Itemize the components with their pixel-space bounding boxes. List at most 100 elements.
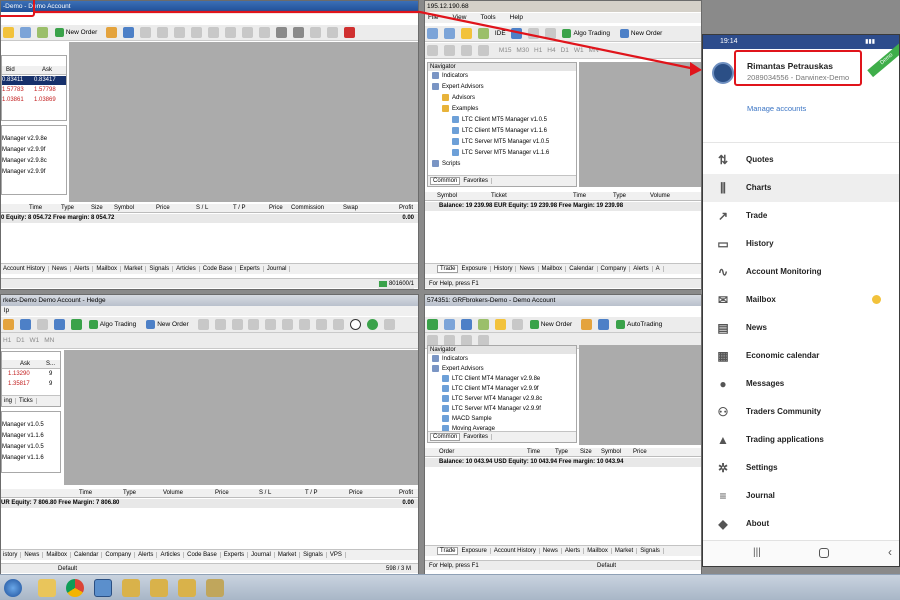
metatrader-icon[interactable]	[94, 579, 112, 597]
toolbar-icon[interactable]	[527, 28, 539, 39]
menu-item-journal[interactable]: ≡ Journal	[703, 482, 899, 510]
tf-m15[interactable]: M15	[499, 45, 512, 57]
tf-m30[interactable]: M30	[516, 45, 529, 57]
market-row[interactable]: 1.03861 1.03869	[2, 96, 66, 105]
navigator-item[interactable]: Manager v1.1.6	[2, 431, 60, 442]
tab-mailbox[interactable]: Mailbox	[587, 548, 612, 554]
toolbar-icon[interactable]	[598, 319, 610, 330]
toolbar-icon[interactable]	[326, 27, 338, 38]
tab-common[interactable]: Common	[430, 433, 461, 441]
tab-alerts[interactable]: Alerts	[74, 266, 94, 272]
tab-exposure[interactable]: Exposure	[461, 548, 491, 554]
tf-h1[interactable]: H1	[534, 45, 542, 57]
tab-market[interactable]: Market	[614, 548, 638, 554]
tab-market[interactable]: Market	[124, 266, 147, 272]
tab-vps[interactable]: VPS	[329, 552, 346, 558]
navigator-item[interactable]: Advisors	[428, 93, 576, 104]
toolbar-icon[interactable]	[292, 27, 304, 38]
chart-area[interactable]	[69, 42, 418, 202]
toolbar-icon[interactable]	[460, 28, 472, 39]
toolbar-icon[interactable]	[460, 319, 472, 330]
menu-item-history[interactable]: ▭ History	[703, 230, 899, 258]
tab-experts[interactable]: Experts	[239, 266, 264, 272]
toolbar-icon[interactable]	[510, 28, 522, 39]
toolbar-icon[interactable]	[427, 28, 438, 39]
toolbar-icon[interactable]	[224, 27, 236, 38]
metatrader-icon[interactable]	[150, 579, 168, 597]
tab-calendar[interactable]: Calendar	[569, 266, 598, 272]
algo-trading-button[interactable]: Algo Trading	[561, 28, 613, 40]
navigator-item[interactable]: Manager v1.0.5	[2, 442, 60, 453]
toolbar-icon[interactable]	[477, 28, 489, 39]
menu-item-economic-calendar[interactable]: ▦ Economic calendar	[703, 342, 899, 370]
tab-news[interactable]: News	[542, 548, 562, 554]
tab-alerts[interactable]: Alerts	[633, 266, 653, 272]
tab-favorites[interactable]: Favorites	[463, 434, 493, 440]
toolbar-icon[interactable]	[299, 319, 311, 330]
toolbar-icon[interactable]	[157, 27, 169, 38]
navigator-item[interactable]: Scripts	[428, 159, 576, 170]
menu-item-about[interactable]: ◆ About	[703, 510, 899, 538]
tab-account-history[interactable]: Account History	[493, 548, 540, 554]
tf-h1[interactable]: H1	[3, 335, 11, 347]
new-order-button[interactable]: New Order	[529, 319, 575, 331]
tab-history[interactable]: istory	[3, 552, 22, 558]
navigator-item[interactable]: LTC Client MT5 Manager v1.0.5	[428, 115, 576, 126]
tab-favorites[interactable]: Favorites	[463, 178, 493, 184]
toolbar-icon[interactable]	[443, 45, 455, 56]
search-icon[interactable]	[350, 319, 362, 330]
toolbar-icon[interactable]	[248, 319, 260, 330]
market-row[interactable]: 1.13290 9	[2, 370, 60, 379]
tab-mailbox[interactable]: Mailbox	[541, 266, 567, 272]
tab-journal[interactable]: Journal	[251, 552, 275, 558]
menu-item-settings[interactable]: ✲ Settings	[703, 454, 899, 482]
tf-mn[interactable]: MN	[44, 335, 54, 347]
menu-file[interactable]: File	[428, 14, 438, 21]
tf-h4[interactable]: H4	[547, 45, 555, 57]
menu-item-messages[interactable]: ● Messages	[703, 370, 899, 398]
menu-item-mailbox[interactable]: ✉ Mailbox	[703, 286, 899, 314]
toolbar-icon[interactable]	[427, 319, 438, 330]
toolbar-icon[interactable]	[258, 27, 270, 38]
metatrader-icon[interactable]	[178, 579, 196, 597]
tab-articles[interactable]: Articles	[160, 552, 185, 558]
navigator-item[interactable]: Manager v2.9.8e	[2, 134, 66, 145]
recent-apps-icon[interactable]: |||	[753, 547, 761, 558]
navigator-item[interactable]: LTC Client MT4 Manager v2.9.9f	[428, 384, 576, 394]
tf-w1[interactable]: W1	[574, 45, 584, 57]
notification-icon[interactable]	[367, 319, 379, 330]
toolbar-icon[interactable]	[3, 319, 14, 330]
toolbar-icon[interactable]	[231, 319, 243, 330]
tab-news[interactable]: News	[519, 266, 539, 272]
chrome-icon[interactable]	[66, 579, 84, 597]
toolbar-icon[interactable]	[443, 319, 455, 330]
toolbar-icon[interactable]	[241, 27, 253, 38]
navigator-item[interactable]: Indicators	[428, 71, 576, 82]
navigator-item[interactable]: Manager v2.9.9f	[2, 167, 66, 178]
navigator-item[interactable]: Manager v1.0.5	[2, 420, 60, 431]
navigator-item[interactable]: Expert Advisors	[428, 364, 576, 374]
menu-item-trade[interactable]: ↗ Trade	[703, 202, 899, 230]
algo-trading-button[interactable]: Algo Trading	[88, 319, 140, 331]
chart-area[interactable]	[64, 350, 418, 485]
tab-common[interactable]: Common	[430, 177, 461, 185]
manage-accounts-link[interactable]: Manage accounts	[747, 104, 806, 113]
toolbar-icon[interactable]	[477, 319, 489, 330]
app-icon[interactable]	[206, 579, 224, 597]
navigator-item[interactable]: Manager v2.9.8c	[2, 156, 66, 167]
navigator-item[interactable]: LTC Client MT5 Manager v1.1.6	[428, 126, 576, 137]
toolbar-icon[interactable]	[511, 319, 523, 330]
toolbar-icon[interactable]	[36, 27, 48, 38]
toolbar-icon[interactable]	[275, 27, 287, 38]
toolbar-icon[interactable]	[443, 28, 455, 39]
toolbar-icon[interactable]	[477, 45, 489, 56]
tab-more[interactable]: A	[655, 266, 664, 272]
tab-codebase[interactable]: Code Base	[187, 552, 221, 558]
navigator-item[interactable]: LTC Server MT4 Manager v2.9.8c	[428, 394, 576, 404]
menu-item-account-monitoring[interactable]: ∿ Account Monitoring	[703, 258, 899, 286]
toolbar-icon[interactable]	[427, 45, 438, 56]
menu-item-charts[interactable]: ⫼ Charts	[703, 174, 899, 202]
tab-alerts[interactable]: Alerts	[564, 548, 585, 554]
tab-codebase[interactable]: Code Base	[202, 266, 237, 272]
toolbar-icon[interactable]	[316, 319, 328, 330]
